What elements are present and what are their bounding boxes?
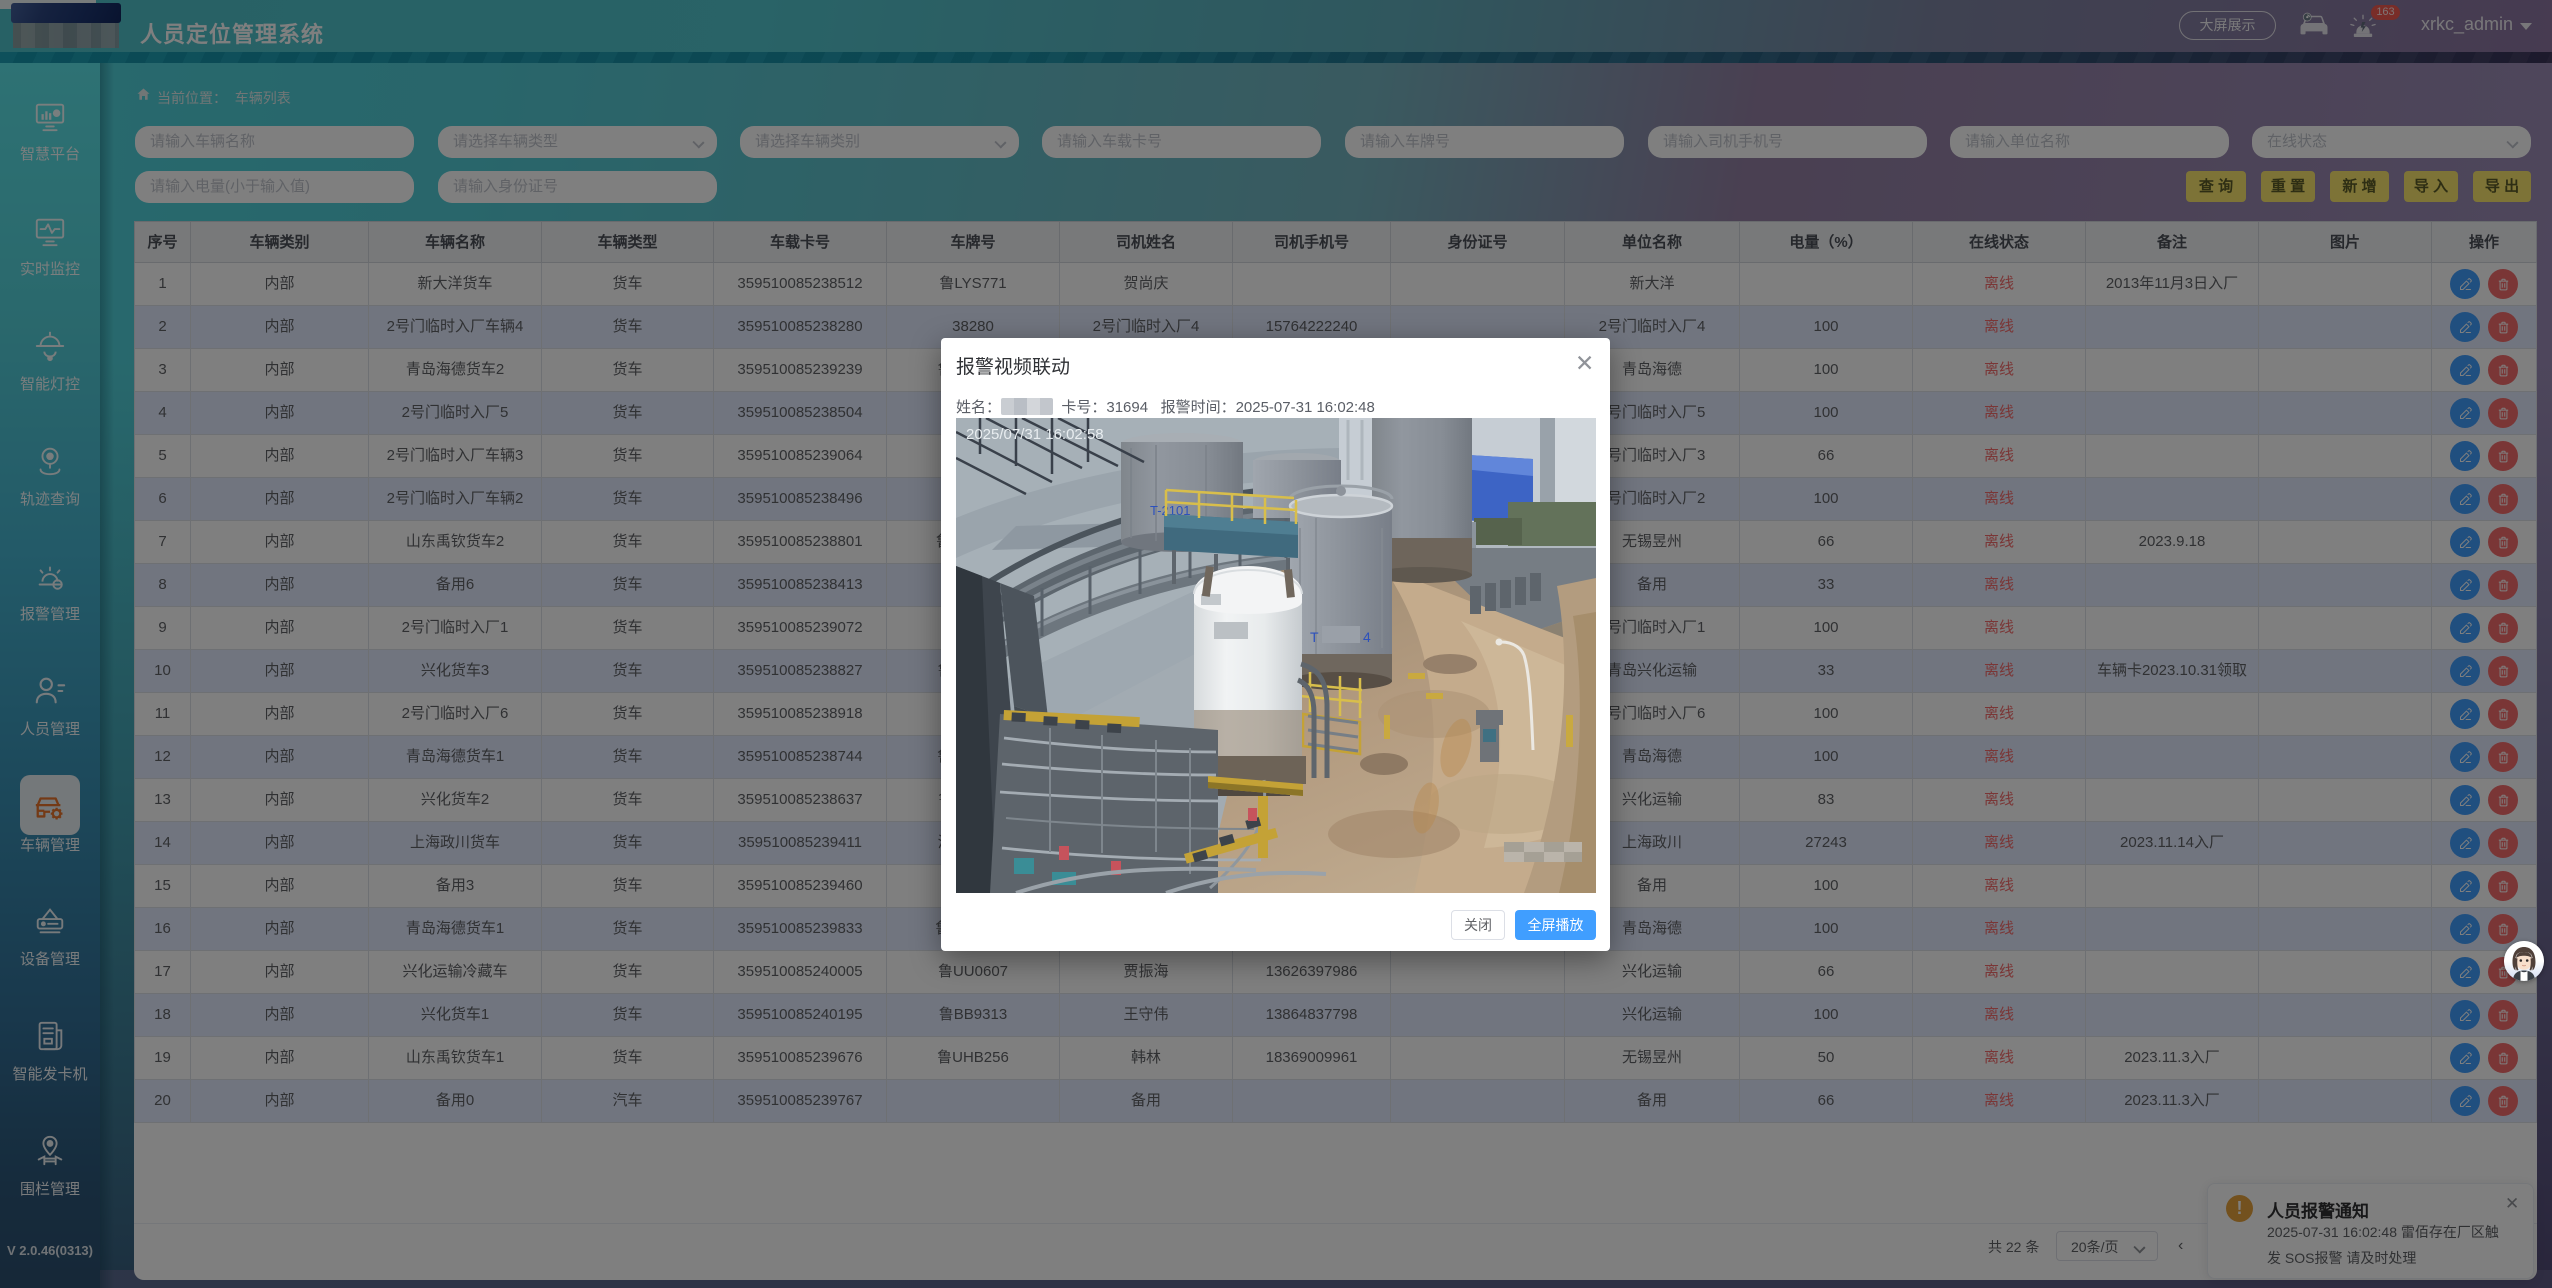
svg-text:T: T	[1310, 629, 1319, 645]
svg-text:4: 4	[1363, 629, 1371, 645]
svg-text:2025/07/31 16:02:58: 2025/07/31 16:02:58	[966, 426, 1104, 443]
